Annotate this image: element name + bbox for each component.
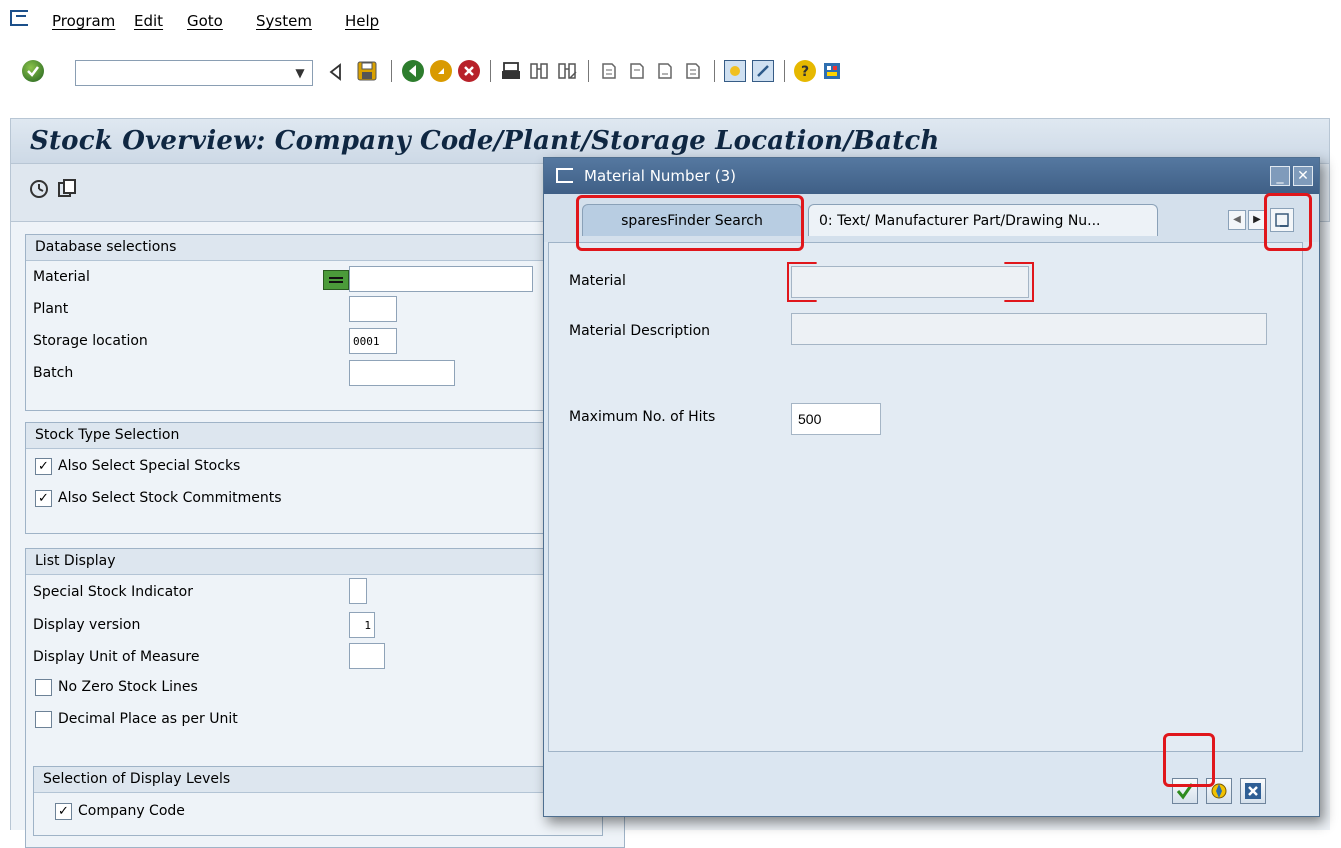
display-version-label: Display version bbox=[33, 617, 141, 633]
menu-help[interactable]: Help bbox=[345, 12, 379, 30]
company-code-checkbox[interactable]: ✓ bbox=[55, 803, 72, 820]
menu-system[interactable]: System bbox=[256, 12, 312, 30]
first-page-icon[interactable] bbox=[598, 60, 620, 82]
menu-bar: Program Edit Goto System Help bbox=[0, 0, 1341, 42]
display-unit-of-measure-label: Display Unit of Measure bbox=[33, 649, 200, 665]
highlight-sparesfinder-tab bbox=[576, 195, 804, 251]
also-select-special-stocks-label: Also Select Special Stocks bbox=[58, 458, 241, 474]
tab-text-manufacturer-part[interactable]: 0: Text/ Manufacturer Part/Drawing Nu... bbox=[808, 204, 1158, 236]
storage-location-label: Storage location bbox=[33, 333, 148, 349]
material-input[interactable] bbox=[349, 266, 533, 292]
exit-icon[interactable] bbox=[430, 60, 452, 82]
menu-edit[interactable]: Edit bbox=[134, 12, 163, 30]
decimal-place-label: Decimal Place as per Unit bbox=[58, 711, 238, 727]
cancel-button[interactable] bbox=[1240, 778, 1266, 804]
create-session-icon[interactable] bbox=[724, 60, 746, 82]
storage-location-input[interactable] bbox=[349, 328, 397, 354]
command-field-dropdown-icon[interactable]: ▼ bbox=[290, 64, 310, 82]
menu-goto[interactable]: Goto bbox=[187, 12, 223, 30]
dialog-material-input[interactable] bbox=[791, 266, 1029, 298]
material-description-input[interactable] bbox=[791, 313, 1267, 345]
save-icon[interactable] bbox=[356, 60, 378, 82]
no-zero-stock-lines-checkbox[interactable] bbox=[35, 679, 52, 696]
display-version-input[interactable] bbox=[349, 612, 375, 638]
cancel-icon[interactable] bbox=[458, 60, 480, 82]
decimal-place-checkbox[interactable] bbox=[35, 711, 52, 728]
material-number-dialog: Material Number (3) _ ✕ sparesFinder Sea… bbox=[543, 157, 1320, 817]
display-levels-group: Selection of Display Levels bbox=[33, 766, 603, 836]
next-page-icon[interactable] bbox=[654, 60, 676, 82]
display-unit-of-measure-input[interactable] bbox=[349, 643, 385, 669]
list-display-header: List Display bbox=[26, 549, 624, 575]
enter-icon[interactable] bbox=[22, 60, 44, 82]
database-selections-header: Database selections bbox=[26, 235, 624, 261]
back-icon[interactable] bbox=[402, 60, 424, 82]
previous-page-icon[interactable] bbox=[626, 60, 648, 82]
plant-input[interactable] bbox=[349, 296, 397, 322]
batch-input[interactable] bbox=[349, 360, 455, 386]
dialog-title: Material Number (3) bbox=[584, 167, 736, 185]
special-stock-indicator-input[interactable] bbox=[349, 578, 367, 604]
highlight-tab-list bbox=[1264, 193, 1312, 251]
special-stock-indicator-label: Special Stock Indicator bbox=[33, 584, 193, 600]
max-hits-label: Maximum No. of Hits bbox=[569, 409, 716, 425]
find-icon[interactable] bbox=[528, 60, 550, 82]
dialog-title-bar[interactable]: Material Number (3) _ ✕ bbox=[544, 158, 1319, 194]
print-icon[interactable] bbox=[500, 60, 522, 82]
layout-menu-icon[interactable] bbox=[822, 60, 844, 82]
batch-label: Batch bbox=[33, 365, 74, 381]
highlight-continue-button bbox=[1163, 733, 1215, 787]
stock-type-selection-header: Stock Type Selection bbox=[26, 423, 624, 449]
database-selections-group: Database selections bbox=[25, 234, 625, 411]
menu-entry-icon[interactable] bbox=[10, 10, 28, 26]
also-select-stock-commitments-checkbox[interactable]: ✓ bbox=[35, 490, 52, 507]
company-code-label: Company Code bbox=[78, 803, 185, 819]
also-select-special-stocks-checkbox[interactable]: ✓ bbox=[35, 458, 52, 475]
material-label: Material bbox=[33, 269, 90, 285]
plant-label: Plant bbox=[33, 301, 69, 317]
also-select-stock-commitments-label: Also Select Stock Commitments bbox=[58, 490, 282, 506]
last-page-icon[interactable] bbox=[682, 60, 704, 82]
get-variant-icon[interactable] bbox=[56, 178, 78, 200]
help-icon[interactable]: ? bbox=[794, 60, 816, 82]
find-next-icon[interactable] bbox=[556, 60, 578, 82]
dialog-body: Material Material Description Maximum No… bbox=[548, 242, 1303, 752]
menu-program[interactable]: Program bbox=[52, 12, 115, 30]
execute-icon[interactable] bbox=[28, 178, 50, 200]
dialog-material-label: Material bbox=[569, 273, 626, 289]
page-title: Stock Overview: Company Code/Plant/Stora… bbox=[30, 126, 940, 156]
minimize-icon[interactable]: _ bbox=[1270, 166, 1290, 186]
material-description-label: Material Description bbox=[569, 323, 711, 339]
back-small-icon[interactable] bbox=[326, 62, 348, 84]
generate-shortcut-icon[interactable] bbox=[752, 60, 774, 82]
stock-type-selection-group: Stock Type Selection bbox=[25, 422, 625, 534]
svg-text:?: ? bbox=[801, 64, 809, 80]
command-field[interactable] bbox=[75, 60, 313, 86]
tab-scroll-left-icon[interactable]: ◀ bbox=[1228, 210, 1246, 230]
dialog-menu-icon[interactable] bbox=[556, 168, 573, 183]
display-levels-header: Selection of Display Levels bbox=[34, 767, 602, 793]
no-zero-stock-lines-label: No Zero Stock Lines bbox=[58, 679, 198, 695]
close-icon[interactable]: ✕ bbox=[1293, 166, 1313, 186]
max-hits-input[interactable] bbox=[791, 403, 881, 435]
selection-option-icon[interactable] bbox=[323, 270, 349, 290]
